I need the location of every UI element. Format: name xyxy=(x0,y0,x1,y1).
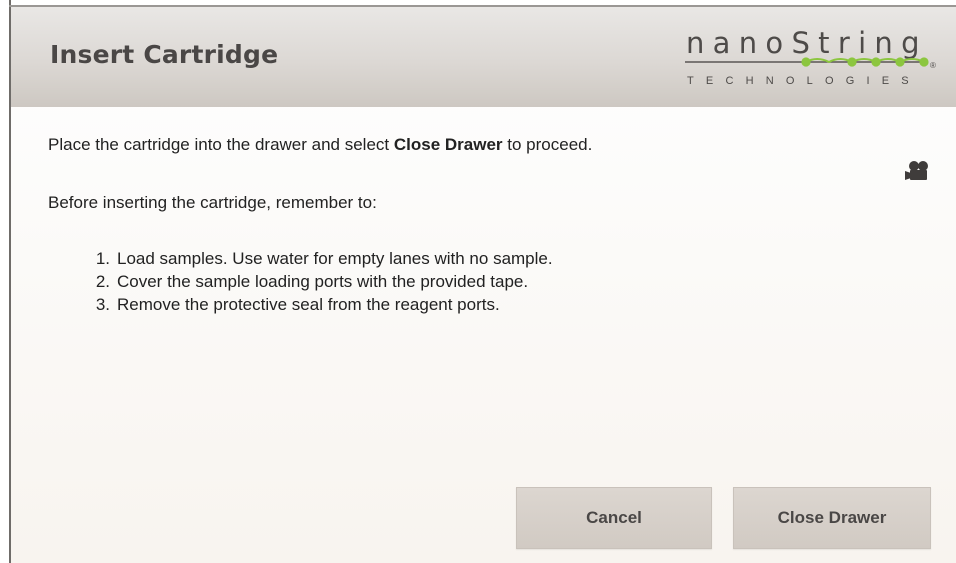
close-drawer-button[interactable]: Close Drawer xyxy=(733,487,931,549)
insert-cartridge-dialog: Insert Cartridge nanoString TECHNOLOGIES… xyxy=(11,7,956,563)
step-number: 1. xyxy=(95,249,110,268)
step-text: Remove the protective seal from the reag… xyxy=(117,295,500,314)
logo-subtitle: TECHNOLOGIES xyxy=(687,75,921,87)
step-text: Cover the sample loading ports with the … xyxy=(117,272,529,291)
instruction-line-1-after: to proceed. xyxy=(502,135,593,154)
dialog-header: Insert Cartridge nanoString TECHNOLOGIES… xyxy=(11,7,956,107)
screen: Insert Cartridge nanoString TECHNOLOGIES… xyxy=(0,0,956,563)
cancel-button[interactable]: Cancel xyxy=(516,487,712,549)
logo-registered-mark: ® xyxy=(930,61,936,70)
list-item: 3. Remove the protective seal from the r… xyxy=(91,294,553,317)
dialog-title: Insert Cartridge xyxy=(50,40,279,69)
steps-list: 1. Load samples. Use water for empty lan… xyxy=(91,248,553,317)
list-item: 2. Cover the sample loading ports with t… xyxy=(91,271,553,294)
instruction-line-1-bold: Close Drawer xyxy=(393,135,503,154)
instruction-line-1: Place the cartridge into the drawer and … xyxy=(48,134,592,156)
instruction-line-2: Before inserting the cartridge, remember… xyxy=(48,193,377,212)
step-text: Load samples. Use water for empty lanes … xyxy=(117,249,553,268)
video-camera-icon[interactable] xyxy=(905,160,931,182)
step-number: 3. xyxy=(95,295,110,314)
logo-dots-graphic xyxy=(685,57,929,67)
list-item: 1. Load samples. Use water for empty lan… xyxy=(91,248,553,271)
nanostring-logo: nanoString TECHNOLOGIES ® xyxy=(680,19,952,99)
logo-wordmark: nanoString xyxy=(686,26,928,60)
step-number: 2. xyxy=(95,272,110,291)
instruction-line-1-before: Place the cartridge into the drawer and … xyxy=(48,135,394,154)
